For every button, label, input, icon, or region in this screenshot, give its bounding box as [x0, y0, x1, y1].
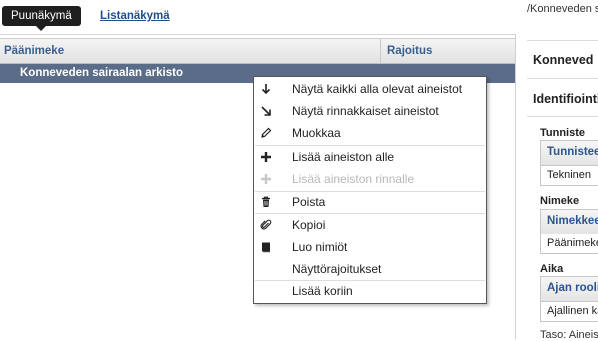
menu-item-label: Kopioi [292, 218, 326, 232]
time-table-row: Ajallinen ka [540, 302, 598, 322]
menu-item-label: Muokkaa [292, 126, 341, 140]
title-column-header[interactable]: Nimekkee [547, 215, 598, 227]
menu-item-label: Lisää koriin [292, 284, 353, 298]
menu-item-label: Näyttörajoitukset [292, 262, 382, 276]
menu-item-show-siblings[interactable]: Näytä rinnakkaiset aineistot [254, 100, 486, 122]
field-label-title: Nimeke [540, 195, 580, 207]
grid-header: Päänimeke Rajoitus [0, 38, 516, 64]
tab-tree-view[interactable]: Puunäkymä [2, 6, 81, 31]
menu-item-copy[interactable]: Kopioi [254, 214, 486, 236]
identifier-cell: Tekninen [547, 169, 592, 181]
menu-item-label: Luo nimiöt [292, 240, 348, 254]
menu-item-add-to-cart[interactable]: Lisää koriin [254, 280, 486, 302]
menu-item-add-sibling[interactable]: Lisää aineiston rinnalle [254, 168, 486, 190]
page-title: Konneved [533, 53, 594, 67]
level-text: Taso: Aineis [540, 329, 598, 341]
arrow-down-right-icon [259, 104, 273, 118]
column-divider[interactable] [380, 39, 381, 63]
time-table-header: Ajan rooli [540, 276, 598, 302]
field-label-time: Aika [540, 263, 564, 275]
title-table-row: Päänimeke [540, 234, 598, 254]
menu-item-delete[interactable]: Poista [254, 191, 486, 213]
plus-icon [259, 150, 273, 164]
tab-list-view[interactable]: Listanäkymä [100, 10, 170, 22]
pencil-icon [259, 126, 273, 140]
menu-item-label: Lisää aineiston alle [292, 150, 395, 164]
menu-item-show-children[interactable]: Näytä kaikki alla olevat aineistot [254, 78, 486, 100]
paperclip-icon [259, 218, 273, 232]
plus-icon [259, 172, 273, 186]
menu-item-edit[interactable]: Muokkaa [254, 122, 486, 144]
identifier-table-row: Tekninen [540, 166, 598, 186]
menu-item-label: Lisää aineiston rinnalle [292, 172, 415, 186]
menu-item-label: Näytä rinnakkaiset aineistot [292, 104, 439, 118]
menu-item-label: Poista [292, 195, 326, 209]
tree-row-label: Konneveden sairaalan arkisto [20, 67, 183, 79]
identifier-column-header[interactable]: Tunnistee [547, 146, 598, 158]
divider [527, 78, 598, 79]
menu-item-create-labels[interactable]: Luo nimiöt [254, 236, 486, 258]
divider [527, 40, 598, 41]
menu-item-display-restrictions[interactable]: Näyttörajoitukset [254, 258, 486, 280]
context-menu: Näytä kaikki alla olevat aineistot Näytä… [253, 76, 487, 304]
time-column-header[interactable]: Ajan rooli [547, 282, 598, 294]
title-cell: Päänimeke [547, 237, 598, 249]
field-label-identifier: Tunniste [540, 127, 586, 139]
breadcrumb: /Konneveden s [527, 3, 598, 15]
menu-item-add-child[interactable]: Lisää aineiston alle [254, 146, 486, 168]
column-header-restriction[interactable]: Rajoitus [387, 39, 432, 63]
section-title[interactable]: Identifiointi [533, 92, 598, 106]
column-header-title[interactable]: Päänimeke [4, 39, 64, 63]
identifier-table-header: Tunnistee [540, 140, 598, 166]
arrow-down-icon [259, 82, 273, 96]
title-table-header: Nimekkee [540, 209, 598, 235]
divider [527, 116, 598, 117]
trash-icon [259, 195, 273, 209]
time-cell: Ajallinen ka [547, 305, 598, 317]
book-icon [259, 240, 273, 254]
menu-item-label: Näytä kaikki alla olevat aineistot [292, 82, 463, 96]
panel-divider[interactable] [515, 34, 516, 339]
